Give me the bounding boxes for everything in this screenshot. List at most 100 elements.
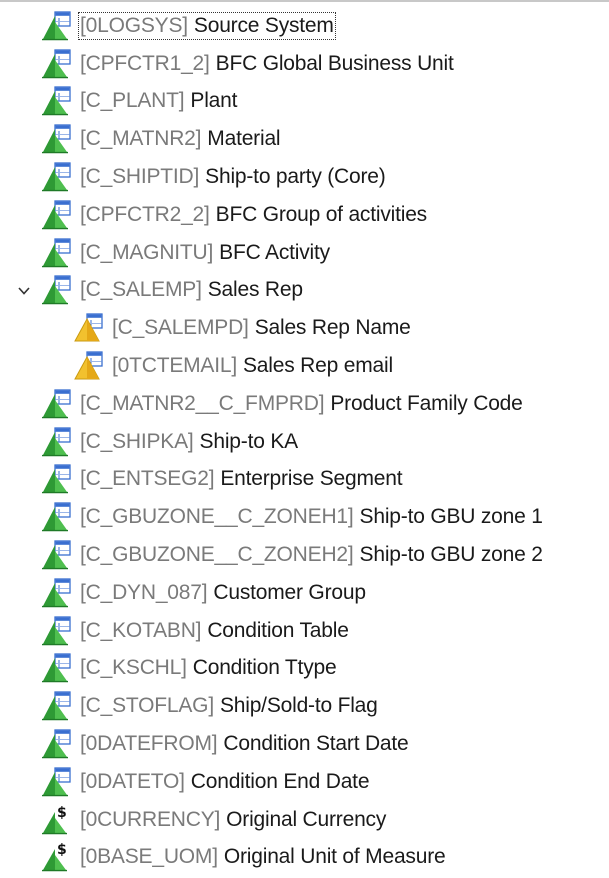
svg-text:$: $ xyxy=(57,805,67,821)
tree-item-text: [C_MATNR2__C_FMPRD] Product Family Code xyxy=(80,392,523,416)
description: Source System xyxy=(193,13,334,37)
tree-item[interactable]: [C_DYN_087] Customer Group xyxy=(0,574,609,612)
characteristic-icon xyxy=(40,200,72,230)
technical-name: [C_GBUZONE__C_ZONEH1] xyxy=(80,505,354,529)
characteristic-icon xyxy=(40,427,72,457)
characteristic-icon xyxy=(40,49,72,79)
tree-item[interactable]: [C_PLANT] Plant xyxy=(0,83,609,121)
description: BFC Global Business Unit xyxy=(215,51,454,75)
description: Original Currency xyxy=(226,807,387,831)
tree-item[interactable]: [0DATETO] Condition End Date xyxy=(0,763,609,801)
description: Condition Ttype xyxy=(192,656,337,680)
tree-item-text: [C_ENTSEG2] Enterprise Segment xyxy=(80,467,403,491)
tree-item[interactable]: [C_MATNR2] Material xyxy=(0,120,609,158)
description: BFC Group of activities xyxy=(215,202,428,226)
tree-item-text: [0DATEFROM] Condition Start Date xyxy=(80,732,409,756)
characteristic-icon xyxy=(40,275,72,305)
description: Ship/Sold-to Flag xyxy=(219,694,378,718)
tree-item[interactable]: [C_MAGNITU] BFC Activity xyxy=(0,234,609,272)
characteristic-icon xyxy=(40,86,72,116)
description: Condition Start Date xyxy=(223,732,409,756)
dimension-tree: [0LOGSYS] Source System [CPFCTR1_2] BFC Gl… xyxy=(0,7,609,876)
technical-name: [C_KOTABN] xyxy=(80,618,202,642)
technical-name: [C_PLANT] xyxy=(80,89,185,113)
description: Customer Group xyxy=(213,580,366,604)
tree-item[interactable]: [C_SHIPTID] Ship-to party (Core) xyxy=(0,158,609,196)
tree-item-text: [0TCTEMAIL] Sales Rep email xyxy=(112,354,393,378)
tree-item[interactable]: [CPFCTR1_2] BFC Global Business Unit xyxy=(0,45,609,83)
description: Condition Table xyxy=(207,618,349,642)
description: Enterprise Segment xyxy=(220,467,403,491)
technical-name: [0DATETO] xyxy=(80,769,185,793)
characteristic-icon xyxy=(40,653,72,683)
tree-item-text: [C_MAGNITU] BFC Activity xyxy=(80,241,330,265)
tree-item-text: [CPFCTR2_2] BFC Group of activities xyxy=(80,203,427,227)
tree-item[interactable]: $ [0BASE_UOM] Original Unit of Measure xyxy=(0,839,609,877)
description: Sales Rep email xyxy=(243,354,393,378)
technical-name: [C_DYN_087] xyxy=(80,580,208,604)
technical-name: [C_KSCHL] xyxy=(80,656,187,680)
technical-name: [CPFCTR1_2] xyxy=(80,51,210,75)
top-border xyxy=(0,0,609,2)
tree-item[interactable]: [C_ENTSEG2] Enterprise Segment xyxy=(0,461,609,499)
tree-item[interactable]: [C_KOTABN] Condition Table xyxy=(0,612,609,650)
currency-icon: $ xyxy=(40,842,72,872)
tree-item-text: [0LOGSYS] Source System xyxy=(78,11,336,40)
description: Ship-to GBU zone 1 xyxy=(359,505,543,529)
tree-item-text: [C_MATNR2] Material xyxy=(80,127,281,151)
tree-item-text: [0DATETO] Condition End Date xyxy=(80,769,370,794)
tree-item-text: [C_GBUZONE__C_ZONEH1] Ship-to GBU zone 1 xyxy=(80,505,543,529)
currency-icon: $ xyxy=(40,805,72,835)
characteristic-icon xyxy=(40,729,72,759)
technical-name: [0BASE_UOM] xyxy=(80,845,218,869)
tree-item[interactable]: [0TCTEMAIL] Sales Rep email xyxy=(0,347,609,385)
tree-item[interactable]: [CPFCTR2_2] BFC Group of activities xyxy=(0,196,609,234)
description: Condition End Date xyxy=(190,769,370,793)
technical-name: [0TCTEMAIL] xyxy=(112,354,237,378)
tree-item[interactable]: [C_GBUZONE__C_ZONEH2] Ship-to GBU zone 2 xyxy=(0,536,609,574)
technical-name: [C_ENTSEG2] xyxy=(80,467,215,491)
tree-item-text: [0BASE_UOM] Original Unit of Measure xyxy=(80,845,446,869)
tree-item-text: [C_DYN_087] Customer Group xyxy=(80,581,366,605)
attribute-warning-icon xyxy=(72,351,104,381)
description: Sales Rep Name xyxy=(254,316,411,340)
tree-item[interactable]: [C_SALEMP] Sales Rep xyxy=(0,272,609,310)
technical-name: [C_MATNR2__C_FMPRD] xyxy=(80,391,325,415)
tree-item[interactable]: [C_MATNR2__C_FMPRD] Product Family Code xyxy=(0,385,609,423)
tree-item[interactable]: [C_SHIPKA] Ship-to KA xyxy=(0,423,609,461)
technical-name: [0DATEFROM] xyxy=(80,732,218,756)
tree-item-text: [C_KSCHL] Condition Ttype xyxy=(80,656,337,680)
description: Ship-to KA xyxy=(199,429,299,453)
technical-name: [C_MATNR2] xyxy=(80,127,202,151)
tree-item[interactable]: [0LOGSYS] Source System xyxy=(0,7,609,45)
tree-item[interactable]: [0DATEFROM] Condition Start Date xyxy=(0,725,609,763)
svg-text:$: $ xyxy=(57,842,67,858)
description: Original Unit of Measure xyxy=(223,845,446,869)
characteristic-icon xyxy=(40,238,72,268)
tree-item[interactable]: [C_STOFLAG] Ship/Sold-to Flag xyxy=(0,687,609,725)
description: Ship-to GBU zone 2 xyxy=(359,543,543,567)
tree-item-text: [C_SALEMP] Sales Rep xyxy=(80,278,303,302)
characteristic-icon xyxy=(40,540,72,570)
tree-item-text: [C_KOTABN] Condition Table xyxy=(80,619,349,643)
tree-item[interactable]: [C_KSCHL] Condition Ttype xyxy=(0,650,609,688)
expand-chevron-icon[interactable] xyxy=(14,281,34,301)
characteristic-icon xyxy=(40,767,72,797)
technical-name: [C_SHIPTID] xyxy=(80,165,200,189)
characteristic-icon xyxy=(40,389,72,419)
characteristic-icon xyxy=(40,691,72,721)
tree-item[interactable]: $ [0CURRENCY] Original Currency xyxy=(0,801,609,839)
tree-item-text: [C_SHIPTID] Ship-to party (Core) xyxy=(80,165,386,189)
tree-item-text: [C_PLANT] Plant xyxy=(80,89,237,113)
tree-item[interactable]: [C_GBUZONE__C_ZONEH1] Ship-to GBU zone 1 xyxy=(0,498,609,536)
characteristic-icon xyxy=(40,11,72,41)
description: Material xyxy=(207,127,281,151)
tree-item[interactable]: [C_SALEMPD] Sales Rep Name xyxy=(0,309,609,347)
tree-item-text: [CPFCTR1_2] BFC Global Business Unit xyxy=(80,52,454,76)
technical-name: [C_SHIPKA] xyxy=(80,429,194,453)
description: Product Family Code xyxy=(330,391,523,415)
tree-item-text: [C_STOFLAG] Ship/Sold-to Flag xyxy=(80,694,378,718)
technical-name: [C_GBUZONE__C_ZONEH2] xyxy=(80,543,354,567)
attribute-warning-icon xyxy=(72,313,104,343)
characteristic-icon xyxy=(40,464,72,494)
